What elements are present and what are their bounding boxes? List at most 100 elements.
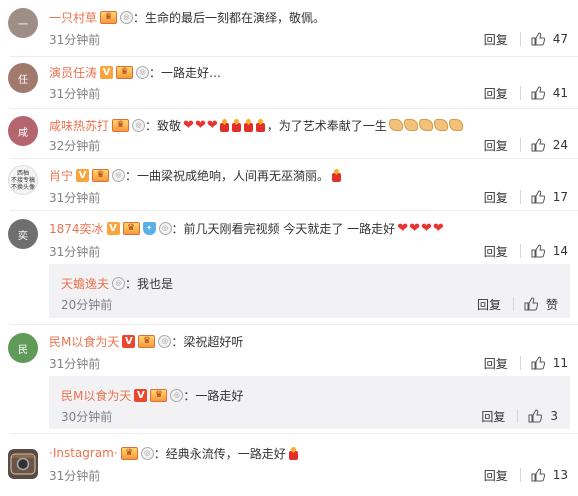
like-count: 17 [552,190,568,204]
verified-v-icon: V [106,221,120,235]
thumbs-up-icon [528,409,543,423]
thumbs-up-icon [531,32,545,46]
comment-text: ：一曲梁祝成绝响，人间再无巫漪丽。 [125,168,330,183]
username[interactable]: 1874奕冰 [49,220,104,237]
emoji-group [388,119,464,131]
timestamp: 32分钟前 [49,138,101,153]
like-button[interactable]: 11 [531,356,568,370]
thumbs-up-icon [524,297,538,311]
reply-button[interactable]: 回复 [477,296,501,313]
avatar[interactable]: 民 [8,333,38,363]
timestamp: 31分钟前 [49,356,101,371]
reply-thread: 天蟾逸夫 ◎ ：我也是 20分钟前 回复 赞 [49,264,570,318]
divider [519,244,521,258]
like-button[interactable]: 赞 [524,296,558,313]
divider [512,297,514,311]
avatar[interactable] [8,449,38,479]
divider [519,86,521,100]
verified-v-icon: V [100,65,114,79]
comment-item: 西柚 不接专稿 不换头像 肖宁 V ♛ ◎ ：一曲梁祝成绝响，人间再无巫漪丽。 … [0,159,578,211]
member-ring-icon: ◎ [140,446,154,460]
like-button[interactable]: 24 [531,138,568,152]
heart-icon: ❤ [409,220,420,236]
like-button[interactable]: 14 [531,244,568,258]
emoji-group: ❤ ❤ ❤ ❤ [397,222,445,235]
divider [517,409,519,423]
divider [519,356,521,370]
username[interactable]: 民M以食为天 [49,333,119,350]
vip-badge-icon: ♛ [150,388,168,402]
vip-badge-icon: ♛ [138,334,156,348]
heart-icon: ❤ [183,117,194,133]
comment-text: ：生命的最后一刻都在演绎，敬佩。 [133,10,326,25]
username[interactable]: 天蟾逸夫 [61,275,109,292]
like-count: 41 [552,86,568,100]
username[interactable]: 民M以食为天 [61,387,131,404]
like-label: 赞 [545,297,558,312]
reply-thread: 民M以食为天 V ♛ ◎ ：一路走好 30分钟前 回复 3 [49,376,570,429]
emoji-group [288,447,300,460]
username[interactable]: 肖宁 [49,167,73,184]
comment-item: 咸 咸味热苏打 ♛ ◎ ：致敬 ❤ ❤ ❤ ，为了艺术奉献了一生 32分钟前 回… [0,109,578,159]
candle-icon [288,447,299,460]
reply-button[interactable]: 回复 [484,85,508,102]
vip-badge-icon: ♛ [100,10,118,24]
comment-item: 奕 1874奕冰 V ♛ ✦ ◎ ：前几天刚看完视频 今天就走了 一路走好 ❤ … [0,211,578,325]
member-ring-icon: ◎ [112,276,126,290]
vip-badge-icon: ♛ [92,168,110,182]
like-button[interactable]: 41 [531,86,568,100]
heart-icon: ❤ [206,117,218,133]
reply-button[interactable]: 回复 [484,189,508,206]
comment-text: ：我也是 [125,276,174,291]
heart-icon: ❤ [397,220,409,236]
comment-text: ，为了艺术奉献了一生 [266,118,387,133]
reply-button[interactable]: 回复 [484,467,508,484]
like-button[interactable]: 13 [531,468,568,482]
camera-icon [10,453,36,475]
like-button[interactable]: 17 [531,190,568,204]
like-button[interactable]: 3 [528,409,558,423]
username[interactable]: 演员任涛 [49,64,97,81]
username[interactable]: ·Instagram· [49,446,118,460]
candle-icon [219,119,230,132]
avatar[interactable]: 一 [8,8,38,38]
divider [519,468,521,482]
timestamp: 31分钟前 [49,86,101,101]
comment-text: ：一路走好 [183,388,244,403]
comment-item: ·Instagram· ♛ ◎ ：经典永流传，一路走好 31分钟前 回复 13 [0,434,578,496]
comment-item: 任 演员任涛 V ♛ ◎ ：一路走好… 31分钟前 回复 41 [0,57,578,109]
reply-button[interactable]: 回复 [484,355,508,372]
divider [519,138,521,152]
username[interactable]: 一只村草 [49,9,97,26]
praying-hands-icon [403,119,418,131]
reply-button[interactable]: 回复 [481,408,505,425]
reply-button[interactable]: 回复 [484,31,508,48]
divider [519,32,521,46]
avatar-initial: 奕 [18,230,28,242]
thumbs-up-icon [531,468,545,482]
comment-text: ：梁祝超好听 [171,334,244,349]
comment-text: ：一路走好… [149,65,222,80]
verified-v-icon: V [122,334,136,348]
like-count: 24 [552,138,568,152]
avatar-initial: 西柚 不接专稿 不换头像 [10,169,35,191]
avatar[interactable]: 奕 [8,219,38,249]
avatar[interactable]: 咸 [8,116,38,146]
avatar-initial: 咸 [18,127,28,139]
avatar[interactable]: 任 [8,63,38,93]
username[interactable]: 咸味热苏打 [49,117,109,134]
divider [519,190,521,204]
like-button[interactable]: 47 [531,32,568,46]
comment-text: ：经典永流传，一路走好 [153,446,286,461]
avatar[interactable]: 西柚 不接专稿 不换头像 [8,165,38,195]
avatar-initial: 民 [18,344,28,356]
member-ring-icon: ◎ [158,334,172,348]
comment-text: ：前几天刚看完视频 今天就走了 一路走好 [171,221,396,236]
vip-badge-icon: ♛ [122,221,140,235]
like-count: 14 [552,244,568,258]
reply-button[interactable]: 回复 [484,243,508,260]
member-ring-icon: ◎ [112,168,126,182]
heart-icon: ❤ [432,220,444,236]
reply-button[interactable]: 回复 [484,137,508,154]
candle-icon [331,169,342,182]
